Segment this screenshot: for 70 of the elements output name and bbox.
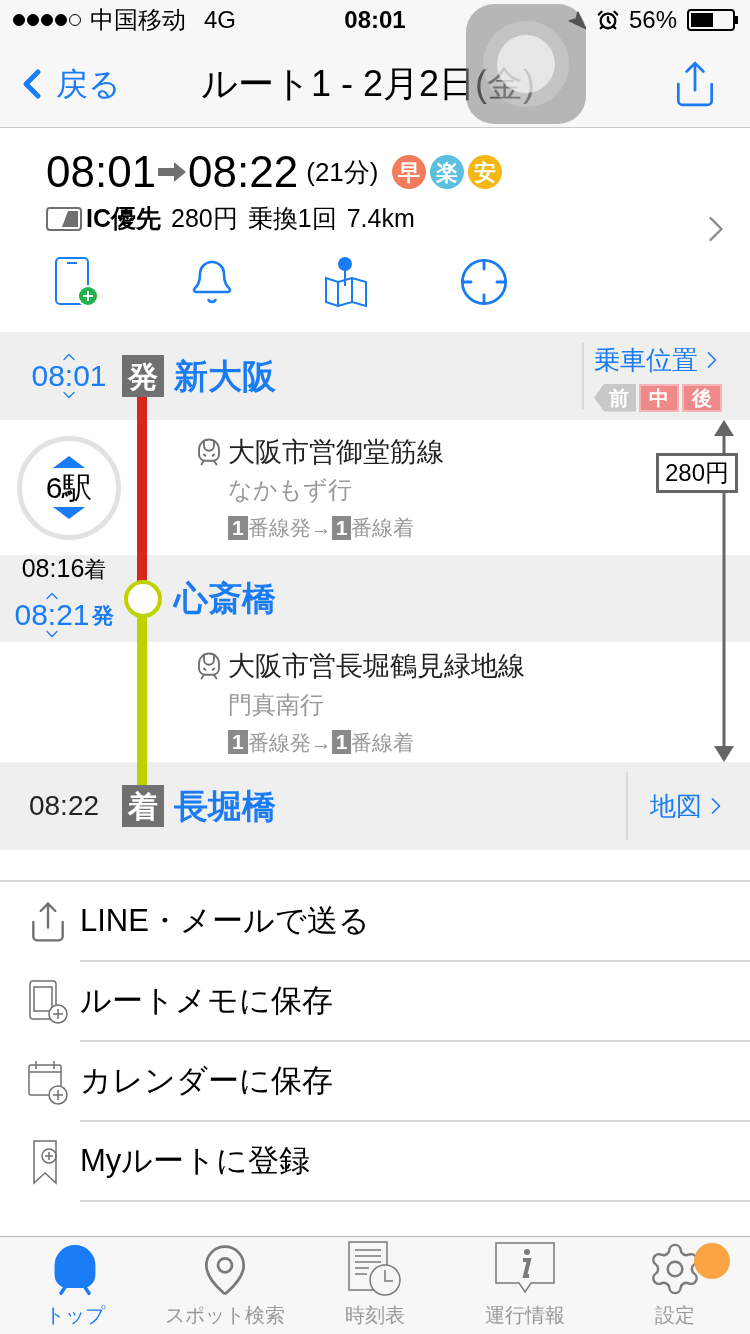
- map-link[interactable]: 地図: [650, 786, 730, 826]
- depart-time: 08:21: [14, 600, 90, 630]
- ic-label: IC優先: [86, 203, 161, 235]
- platform-number: 1: [228, 515, 248, 540]
- location-arrow-icon: [566, 10, 587, 30]
- platform-text: 番線発→: [247, 515, 332, 541]
- action-label: LINE・メールで送る: [80, 901, 370, 940]
- platform-number: 1: [228, 730, 248, 755]
- distance: 7.4km: [346, 203, 415, 235]
- action-row[interactable]: LINE・メールで送る: [0, 882, 750, 962]
- down-triangle-icon: [51, 506, 87, 521]
- battery-percent: 56%: [628, 5, 677, 35]
- route-badge: 安: [468, 155, 503, 190]
- line-name: 大阪市営長堀鶴見緑地線: [228, 650, 525, 683]
- fare-label: 280円: [656, 453, 739, 493]
- duration: (21分): [306, 155, 379, 189]
- arrive-time: 08:22: [28, 789, 100, 823]
- status-time: 08:01: [344, 5, 406, 35]
- line-direction: 門真南行: [228, 689, 325, 720]
- depart-label: 発: [91, 601, 114, 630]
- carrier-name: 中国移动: [90, 5, 186, 35]
- tab[interactable]: 設定: [600, 1237, 750, 1334]
- up-triangle-icon: [51, 454, 87, 469]
- route-badge: 楽: [430, 155, 465, 190]
- ic-card-icon: [46, 207, 82, 231]
- boarding-position-link[interactable]: 乗車位置: [594, 340, 726, 380]
- action-label: ルートメモに保存: [80, 981, 333, 1020]
- tablet-add-icon[interactable]: [54, 255, 100, 308]
- transfers: 乗換1回: [247, 203, 337, 235]
- platform-text: 番線着: [351, 729, 415, 756]
- action-label: カレンダーに保存: [80, 1061, 333, 1100]
- platform-text: 番線発→: [247, 729, 332, 756]
- depart-time: 08:01: [46, 150, 157, 195]
- action-label: Myルートに登録: [80, 1141, 311, 1180]
- calendar-add-icon: [26, 1058, 70, 1106]
- tab[interactable]: トップ: [0, 1237, 150, 1334]
- car-position-tag: 中: [639, 383, 679, 412]
- platform-text: 番線着: [351, 515, 415, 541]
- tab[interactable]: 時刻表: [300, 1237, 450, 1334]
- stop-count-dial[interactable]: 6駅: [17, 435, 121, 540]
- map-pin-icon[interactable]: [324, 255, 370, 308]
- route-badge: 早: [392, 155, 427, 190]
- transfer-station-marker: [124, 579, 162, 618]
- arrive-label: 着: [84, 556, 107, 584]
- action-row[interactable]: カレンダーに保存: [0, 1042, 750, 1122]
- tablet-add-icon: [26, 978, 70, 1026]
- station-name[interactable]: 長堀橋: [174, 780, 626, 832]
- station-name[interactable]: 新大阪: [174, 350, 582, 402]
- station-badge: 発: [122, 355, 164, 397]
- car-position-tag: 後: [682, 383, 722, 412]
- action-row[interactable]: Myルートに登録: [0, 1122, 750, 1202]
- tab[interactable]: スポット検索: [150, 1237, 300, 1334]
- platform-number: 1: [331, 515, 352, 540]
- line-name: 大阪市営御堂筋線: [228, 435, 444, 469]
- arrive-time: 08:22: [188, 150, 299, 195]
- fare: 280円: [171, 203, 238, 235]
- tab[interactable]: 運行情報: [450, 1237, 600, 1334]
- station-badge: 着: [122, 785, 164, 827]
- back-button[interactable]: 戻る: [14, 59, 121, 108]
- signal-icon: [12, 13, 82, 27]
- platform-number: 1: [331, 730, 352, 755]
- arrive-time: 08:16: [21, 556, 85, 581]
- window-title: ルート1 - 2月2日(金): [201, 61, 537, 106]
- network-type: 4G: [204, 5, 236, 35]
- station-name[interactable]: 心斎橋: [174, 573, 276, 624]
- depart-time: 08:01: [31, 361, 107, 391]
- alarm-icon: [596, 9, 619, 31]
- line-direction: なかもず行: [228, 475, 353, 505]
- action-row[interactable]: ルートメモに保存: [0, 962, 750, 1042]
- battery-icon: [687, 9, 738, 31]
